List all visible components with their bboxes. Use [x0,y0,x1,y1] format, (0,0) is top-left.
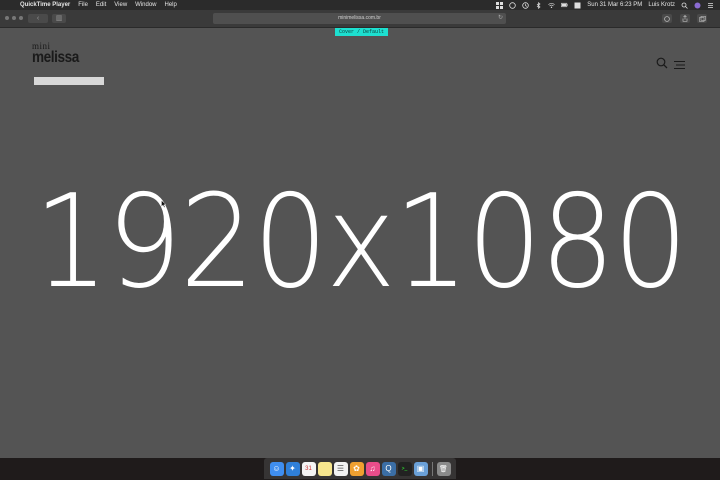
template-badge: Cover / Default [335,28,389,36]
bluetooth-icon[interactable] [535,1,542,9]
battery-icon[interactable] [561,2,569,9]
wifi-icon[interactable] [548,2,556,9]
safari-icon[interactable]: ✦ [285,461,300,476]
browser-toolbar: ‹ ▥ minimelissa.com.br ↻ [0,10,720,28]
hamburger-menu-icon[interactable] [674,57,685,70]
mouse-pointer-icon [161,195,167,208]
dock-separator [431,461,433,476]
preview-icon[interactable]: ▣ [413,461,428,476]
menu-edit[interactable]: Edit [96,0,106,10]
zoom-window-icon[interactable] [19,16,23,20]
extension-icon[interactable] [662,14,672,23]
flag-icon[interactable] [574,2,581,9]
menu-app-name[interactable]: QuickTime Player [20,0,70,10]
menu-help[interactable]: Help [165,0,177,10]
reload-icon[interactable]: ↻ [498,13,503,24]
notification-center-icon[interactable] [707,2,714,9]
siri-icon[interactable] [694,2,701,9]
url-text: minimelissa.com.br [338,15,381,21]
status-area: Sun 31 Mar 6:23 PM Luis Krotz [490,0,714,10]
user-name[interactable]: Luis Krotz [648,0,675,10]
web-page: Cover / Default mini melissa 1920x1080 [0,28,720,458]
timemachine-icon[interactable] [522,1,529,9]
quicktime-icon[interactable]: Q [381,461,396,476]
spotlight-icon[interactable] [681,2,688,9]
menu-view[interactable]: View [114,0,127,10]
menu-file[interactable]: File [78,0,88,10]
status-grid-icon[interactable] [496,1,504,9]
finder-icon[interactable]: ☺ [269,461,284,476]
itunes-icon[interactable]: ♫ [365,461,380,476]
clock[interactable]: Sun 31 Mar 6:23 PM [587,0,642,10]
terminal-icon[interactable]: >_ [397,461,412,476]
sidebar-button[interactable]: ▥ [52,14,66,23]
logo-melissa-text: melissa [32,49,79,66]
search-icon[interactable] [656,56,668,69]
dock: ☺ ✦ 31 ☰ ✿ ♫ Q >_ ▣ 🗑 [264,458,456,479]
reminders-icon[interactable]: ☰ [333,461,348,476]
calendar-icon[interactable]: 31 [301,461,316,476]
trash-icon[interactable]: 🗑 [436,461,451,476]
tabs-overview-icon[interactable] [697,14,707,23]
address-bar[interactable]: minimelissa.com.br ↻ [213,13,506,24]
menu-bar: QuickTime Player File Edit View Window H… [0,0,720,10]
menu-window[interactable]: Window [135,0,156,10]
minimize-window-icon[interactable] [12,16,16,20]
share-icon[interactable] [680,14,690,23]
back-button[interactable]: ‹ [28,14,48,23]
sidebar-icon: ▥ [55,15,63,22]
notes-icon[interactable] [317,461,332,476]
photos-icon[interactable]: ✿ [349,461,364,476]
logo-underline-bar [34,77,104,85]
close-window-icon[interactable] [5,16,9,20]
window-controls [5,16,23,20]
hero-placeholder-text: 1920x1080 [33,168,688,317]
site-logo[interactable]: mini melissa [32,42,87,66]
sync-icon[interactable] [509,1,516,9]
back-icon: ‹ [36,15,40,22]
